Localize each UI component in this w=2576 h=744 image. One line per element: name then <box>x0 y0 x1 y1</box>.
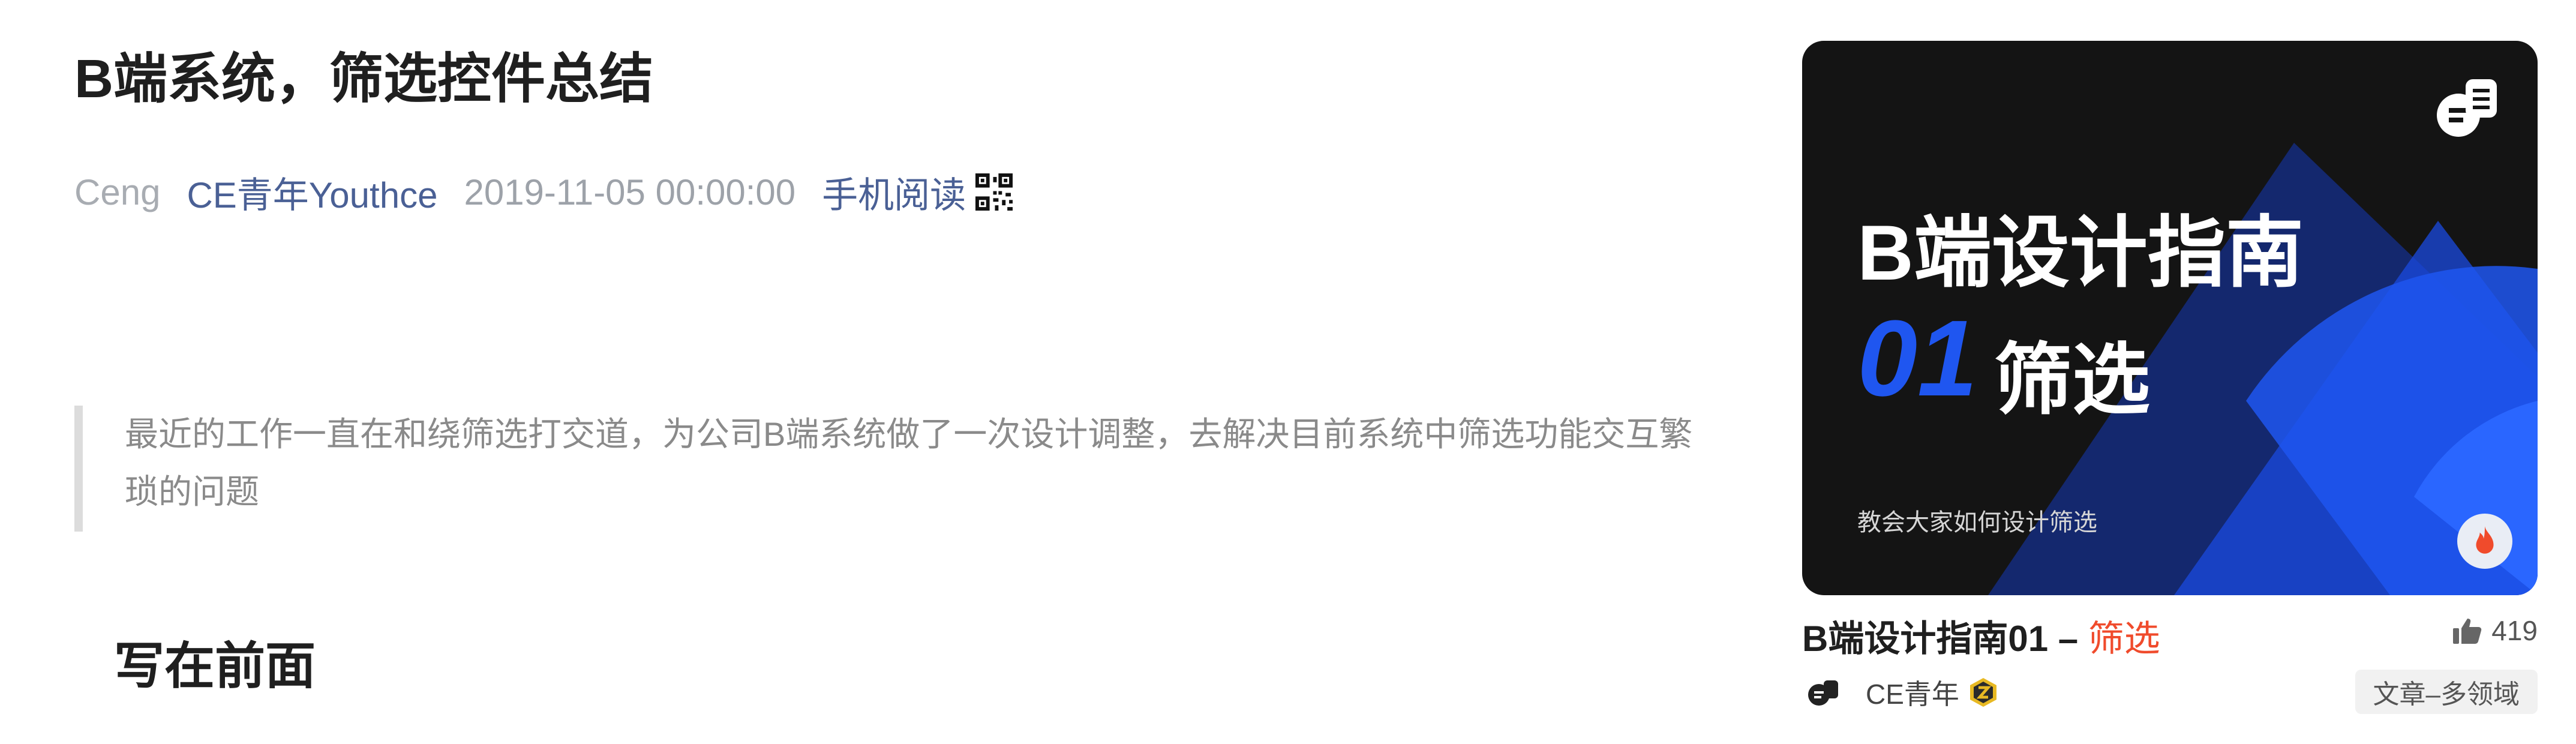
article-title: B端系统，筛选控件总结 <box>74 49 653 109</box>
related-author-name: CE青年 <box>1866 679 1959 710</box>
like-button[interactable]: 419 <box>2452 614 2538 647</box>
like-count: 419 <box>2491 615 2538 646</box>
related-title-highlight: 筛选 <box>2088 619 2160 659</box>
brand-logo-icon <box>2437 79 2497 137</box>
source-link[interactable]: CE青年Youthce <box>187 166 437 218</box>
related-article-title[interactable]: B端设计指南01 – 筛选 <box>1802 610 2160 662</box>
fire-icon <box>2457 514 2512 569</box>
related-article-cover[interactable]: B端设计指南 01 筛选 教会大家如何设计筛选 <box>1802 41 2538 595</box>
article-summary-quote: 最近的工作一直在和绕筛选打交道，为公司B端系统做了一次设计调整，去解决目前系统中… <box>74 406 1694 532</box>
article-meta: Ceng CE青年Youthce 2019-11-05 00:00:00 手机阅… <box>74 163 1013 221</box>
thumb-up-icon <box>2453 619 2482 644</box>
cover-keyword: 筛选 <box>1994 336 2151 424</box>
author-name[interactable]: Ceng <box>74 172 160 213</box>
related-author[interactable]: CE青年 <box>1806 671 1999 714</box>
cover-number: 01 <box>1857 298 1978 419</box>
mobile-read-link[interactable]: 手机阅读 <box>822 166 966 218</box>
author-avatar-icon <box>1808 680 1838 706</box>
section-heading: 写在前面 <box>114 638 316 694</box>
related-title-main: B端设计指南01 – <box>1802 619 2088 659</box>
cover-headline: B端设计指南 <box>1857 209 2304 296</box>
category-tag[interactable]: 文章–多领域 <box>2355 670 2538 714</box>
qr-code-icon[interactable] <box>975 173 1013 211</box>
badge-icon <box>1969 678 1996 707</box>
cover-subtitle: 教会大家如何设计筛选 <box>1857 509 2097 536</box>
publish-date: 2019-11-05 00:00:00 <box>464 172 796 212</box>
